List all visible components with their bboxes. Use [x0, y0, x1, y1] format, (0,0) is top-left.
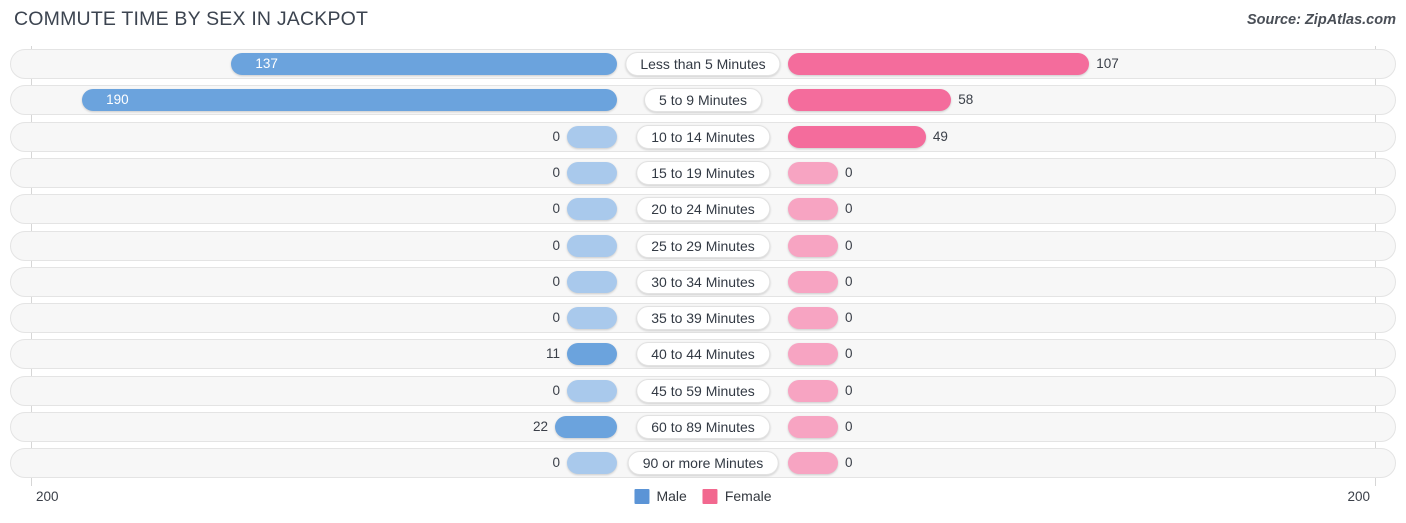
chart-root: COMMUTE TIME BY SEX IN JACKPOT Source: Z… [0, 0, 1406, 523]
bar-value-female: 0 [845, 346, 853, 362]
table-row[interactable]: 190 58 5 to 9 Minutes [10, 85, 1396, 116]
bar-value-female: 0 [845, 382, 853, 398]
bar-female[interactable] [788, 234, 838, 257]
bar-value-female: 0 [845, 419, 853, 434]
bar-male[interactable] [82, 89, 617, 112]
table-row[interactable]: 0 49 10 to 14 Minutes [10, 121, 1396, 152]
bar-male[interactable] [567, 343, 617, 366]
bar-male[interactable] [567, 125, 617, 148]
table-row[interactable]: 0 0 25 to 29 Minutes [10, 230, 1396, 261]
bar-female[interactable] [788, 125, 926, 148]
bar-female[interactable] [788, 161, 838, 184]
bar-female[interactable] [788, 416, 838, 438]
bar-female[interactable] [788, 89, 952, 112]
category-label: 40 to 44 Minutes [636, 342, 770, 367]
category-label: 20 to 24 Minutes [636, 197, 770, 222]
table-row[interactable]: 0 0 20 to 24 Minutes [10, 194, 1396, 225]
legend-item-female[interactable]: Female [702, 488, 772, 504]
category-label: 30 to 34 Minutes [636, 269, 770, 294]
bar-male[interactable] [231, 53, 617, 75]
bar-female[interactable] [788, 379, 838, 402]
bar-male[interactable] [567, 198, 617, 221]
category-label: 25 to 29 Minutes [636, 233, 770, 258]
table-row[interactable]: 0 0 15 to 19 Minutes [10, 157, 1396, 188]
category-label: 60 to 89 Minutes [636, 415, 770, 439]
bar-value-female: 49 [932, 128, 948, 144]
bar-value-male: 0 [552, 310, 560, 326]
table-row[interactable]: 137 107 Less than 5 Minutes [10, 49, 1396, 79]
bar-male[interactable] [555, 416, 617, 438]
bar-male[interactable] [567, 452, 617, 475]
bar-male[interactable] [567, 161, 617, 184]
bar-value-male: 0 [552, 237, 560, 253]
chart-footer: 200 200 Male Female [0, 486, 1406, 523]
legend-item-male[interactable]: Male [634, 488, 687, 504]
table-row[interactable]: 11 0 40 to 44 Minutes [10, 339, 1396, 370]
axis-tick-left: 200 [36, 489, 59, 504]
bar-female[interactable] [788, 343, 838, 366]
legend-label: Male [656, 488, 687, 504]
table-row[interactable]: 22 0 60 to 89 Minutes [10, 412, 1396, 442]
bar-female[interactable] [788, 198, 838, 221]
category-label: 35 to 39 Minutes [636, 306, 770, 331]
legend-swatch-icon [702, 488, 718, 504]
table-row[interactable]: 0 0 45 to 59 Minutes [10, 375, 1396, 406]
category-label: 15 to 19 Minutes [636, 160, 770, 185]
bar-value-female: 0 [845, 164, 853, 180]
source-attribution: Source: ZipAtlas.com [1246, 12, 1396, 28]
category-label: 90 or more Minutes [627, 451, 779, 476]
page-title: COMMUTE TIME BY SEX IN JACKPOT [14, 8, 369, 30]
bar-value-male: 0 [552, 128, 560, 144]
category-label: 45 to 59 Minutes [636, 378, 770, 403]
bar-value-male: 11 [545, 346, 560, 362]
legend-label: Female [724, 488, 772, 504]
bar-value-female: 0 [845, 273, 853, 289]
bar-value-male: 190 [106, 92, 129, 108]
bar-value-male: 0 [552, 201, 560, 217]
bar-female[interactable] [788, 307, 838, 330]
bar-value-male: 0 [552, 164, 560, 180]
table-row[interactable]: 0 0 35 to 39 Minutes [10, 303, 1396, 334]
category-label: Less than 5 Minutes [625, 52, 781, 76]
bar-value-female: 58 [958, 92, 974, 108]
bar-female[interactable] [788, 53, 1090, 75]
bar-value-male: 0 [552, 273, 560, 289]
bar-male[interactable] [567, 307, 617, 330]
legend-swatch-icon [634, 488, 650, 504]
table-row[interactable]: 0 0 90 or more Minutes [10, 448, 1396, 479]
bar-value-male: 0 [552, 382, 560, 398]
bar-value-female: 107 [1096, 56, 1119, 71]
bar-female[interactable] [788, 270, 838, 293]
axis-tick-right: 200 [1347, 489, 1370, 504]
bar-value-male: 137 [255, 56, 278, 71]
bar-value-female: 0 [845, 310, 853, 326]
category-label: 5 to 9 Minutes [644, 88, 762, 113]
category-label: 10 to 14 Minutes [636, 124, 770, 149]
bar-value-female: 0 [845, 455, 853, 471]
legend: Male Female [634, 488, 772, 504]
bar-value-male: 0 [552, 455, 560, 471]
plot-area: 137 107 Less than 5 Minutes 190 58 5 to 9 Min… [0, 46, 1406, 486]
table-row[interactable]: 0 0 30 to 34 Minutes [10, 266, 1396, 297]
bar-female[interactable] [788, 452, 838, 475]
bar-male[interactable] [567, 379, 617, 402]
bar-male[interactable] [567, 234, 617, 257]
bar-male[interactable] [567, 270, 617, 293]
bar-value-female: 0 [845, 237, 853, 253]
bar-value-female: 0 [845, 201, 853, 217]
bar-value-male: 22 [533, 419, 549, 434]
